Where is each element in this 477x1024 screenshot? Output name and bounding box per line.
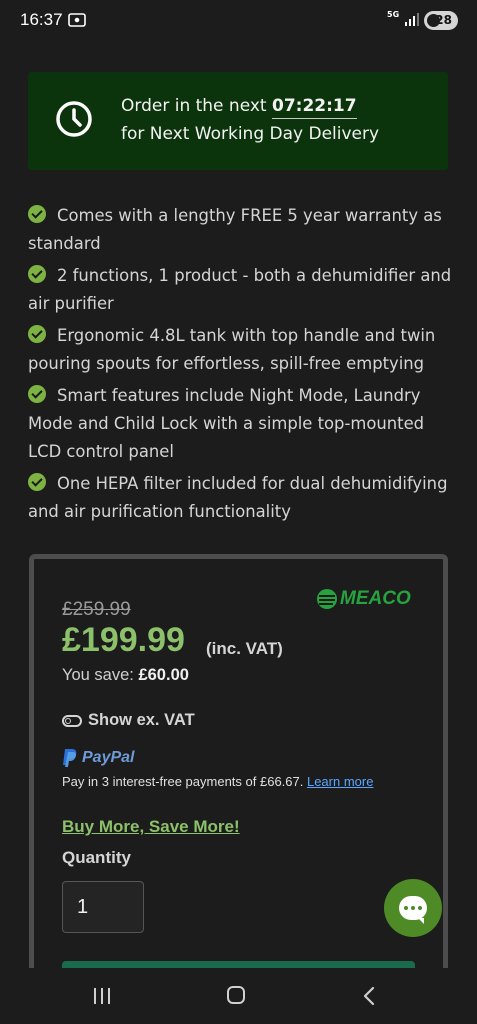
savings-text: You save: £60.00 <box>62 666 189 685</box>
feature-text: Ergonomic 4.8L tank with top handle and … <box>28 326 436 373</box>
toggle-icon <box>62 714 82 727</box>
battery-saver-icon <box>427 14 440 27</box>
paypal-icon <box>63 749 77 767</box>
signal-icon <box>405 13 419 26</box>
check-icon <box>28 205 46 223</box>
quantity-input[interactable] <box>62 881 144 933</box>
paypal-label: PayPal <box>82 749 135 766</box>
vat-toggle-label: Show ex. VAT <box>88 711 195 729</box>
feature-item: Comes with a lengthy FREE 5 year warrant… <box>28 202 458 258</box>
feature-text: One HEPA filter included for dual dehumi… <box>28 474 448 521</box>
meaco-logo-icon <box>317 589 337 609</box>
status-bar: 16:37 5G 28 <box>0 0 477 40</box>
feature-item: Ergonomic 4.8L tank with top handle and … <box>28 322 458 378</box>
current-price: £199.99 <box>62 621 185 659</box>
chat-button[interactable] <box>384 879 442 937</box>
feature-text: Smart features include Night Mode, Laund… <box>28 386 425 461</box>
delivery-prefix: Order in the next <box>121 96 272 116</box>
feature-text: 2 functions, 1 product - both a dehumidi… <box>28 266 452 313</box>
delivery-countdown-text: Order in the next 07:22:17 <box>121 96 357 119</box>
feature-item: 2 functions, 1 product - both a dehumidi… <box>28 262 458 318</box>
home-icon[interactable] <box>227 986 245 1004</box>
feature-list: Comes with a lengthy FREE 5 year warrant… <box>28 202 458 530</box>
back-icon[interactable] <box>362 986 376 1006</box>
countdown-timer: 07:22:17 <box>271 96 357 119</box>
feature-item: Smart features include Night Mode, Laund… <box>28 382 458 466</box>
brand-logo: MEACO <box>316 587 411 611</box>
delivery-subtitle: for Next Working Day Delivery <box>121 124 380 144</box>
cut-off-link-text <box>28 24 268 34</box>
price-vat-note: (inc. VAT) <box>206 639 283 658</box>
vat-toggle[interactable]: Show ex. VAT <box>62 711 195 730</box>
check-icon <box>28 265 46 283</box>
feature-text: Comes with a lengthy FREE 5 year warrant… <box>28 206 442 253</box>
network-type: 5G <box>387 10 400 19</box>
buy-more-link[interactable]: Buy More, Save More! <box>62 817 240 837</box>
recent-apps-icon[interactable] <box>92 987 112 1005</box>
savings-label: You save: <box>62 666 139 684</box>
check-icon <box>28 325 46 343</box>
battery-indicator: 28 <box>424 11 458 30</box>
chat-icon <box>399 896 427 924</box>
feature-item: One HEPA filter included for dual dehumi… <box>28 470 458 526</box>
paypal-pay-in-3: Pay in 3 interest-free payments of £66.6… <box>62 774 373 789</box>
check-icon <box>28 473 46 491</box>
clock-icon <box>56 101 92 137</box>
pay-in-text: Pay in 3 interest-free payments of £66.6… <box>62 774 307 789</box>
paypal-logo: PayPal <box>62 748 134 768</box>
check-icon <box>28 385 46 403</box>
brand-name: MEACO <box>340 588 411 609</box>
quantity-label: Quantity <box>62 848 131 867</box>
learn-more-link[interactable]: Learn more <box>307 774 373 789</box>
original-price: £259.99 <box>62 599 131 620</box>
savings-amount: £60.00 <box>138 666 189 684</box>
